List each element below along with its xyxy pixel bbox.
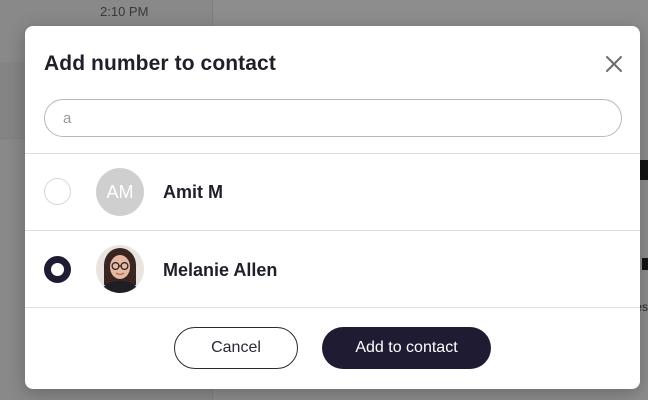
- dialog-title: Add number to contact: [44, 52, 276, 75]
- avatar-photo-image: [96, 245, 144, 293]
- contact-name: Melanie Allen: [163, 260, 278, 280]
- avatar: [96, 245, 144, 293]
- divider: [25, 307, 640, 308]
- avatar: AM: [96, 168, 144, 216]
- contact-radio-unselected[interactable]: [44, 178, 71, 205]
- add-number-dialog: Add number to contact AM Amit M: [25, 26, 640, 389]
- contact-radio-selected[interactable]: [44, 256, 71, 283]
- search-input[interactable]: [63, 106, 603, 130]
- close-button[interactable]: [603, 53, 625, 75]
- close-icon: [606, 56, 622, 72]
- add-to-contact-button[interactable]: Add to contact: [322, 327, 491, 369]
- contact-row-amit-m[interactable]: AM Amit M: [25, 154, 640, 230]
- contact-row-melanie-allen[interactable]: Melanie Allen: [25, 231, 640, 307]
- search-field[interactable]: [44, 99, 622, 137]
- contact-name: Amit M: [163, 182, 223, 202]
- cancel-button[interactable]: Cancel: [174, 327, 298, 369]
